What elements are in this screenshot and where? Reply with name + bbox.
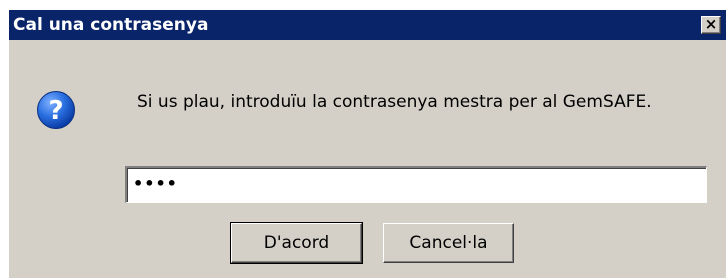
cancel-button[interactable]: Cancel·la <box>383 223 514 263</box>
close-button[interactable]: × <box>701 16 721 34</box>
question-icon: ? <box>37 91 75 129</box>
password-input[interactable]: •••• <box>125 166 707 203</box>
ok-button[interactable]: D'acord <box>230 222 363 264</box>
dialog-message: Si us plau, introduïu la contrasenya mes… <box>137 92 652 112</box>
svg-text:?: ? <box>48 96 63 126</box>
dialog-title: Cal una contrasenya <box>13 15 209 35</box>
close-icon: × <box>704 15 718 33</box>
title-bar[interactable]: Cal una contrasenya × <box>9 10 726 40</box>
password-dialog: Cal una contrasenya × ? Si us plau, intr… <box>8 9 726 278</box>
